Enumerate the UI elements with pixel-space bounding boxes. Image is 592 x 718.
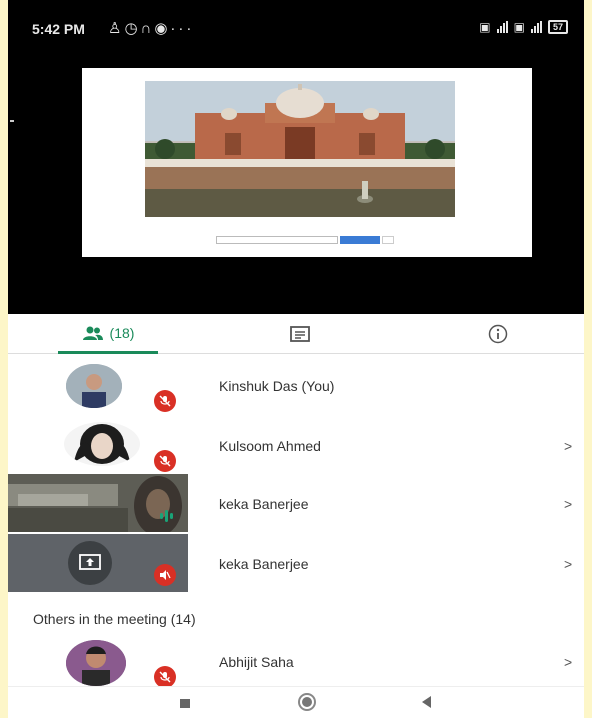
meeting-panel: (18) Kinshuk Das (You) Kulsoom Ahmed > k… — [8, 314, 584, 718]
speaking-indicator-icon — [160, 510, 173, 522]
people-icon — [82, 326, 103, 340]
notification-icon: ♙ — [108, 20, 125, 37]
presenter-tile — [8, 534, 188, 592]
tab-info[interactable] — [458, 314, 538, 354]
slide-search-button — [340, 236, 380, 244]
participant-row[interactable]: Kinshuk Das (You) — [8, 358, 584, 414]
headset-icon: ∩ — [140, 20, 155, 37]
avatar-image — [66, 364, 122, 408]
mic-off-icon — [154, 390, 176, 412]
mic-off-icon — [154, 564, 176, 586]
chevron-right-icon: > — [564, 556, 573, 572]
others-section-title: Others in the meeting (14) — [33, 611, 196, 627]
avatar-image — [64, 422, 140, 466]
status-system-icons: ▣ ▣ 57 — [479, 20, 568, 34]
status-notification-icons: ♙◷∩◉··· — [108, 19, 194, 37]
app-icon: ◉ — [154, 20, 171, 37]
slide-photo — [145, 81, 455, 217]
home-icon — [302, 697, 312, 707]
participant-row[interactable]: Kulsoom Ahmed > — [8, 418, 584, 474]
info-icon — [488, 324, 508, 344]
panel-tabs: (18) — [8, 314, 584, 354]
system-nav-bar — [8, 686, 584, 718]
battery-icon: 57 — [547, 20, 568, 34]
recents-button[interactable] — [180, 699, 190, 708]
participant-name: Kulsoom Ahmed — [219, 438, 321, 454]
avatar — [64, 422, 140, 466]
slide-search-bar — [216, 236, 394, 244]
signal-icon — [496, 21, 508, 33]
signal-icon-2 — [530, 21, 542, 33]
slide-search-input — [216, 236, 338, 244]
participant-name: Kinshuk Das (You) — [219, 378, 335, 394]
volte-icon: ▣ — [479, 20, 491, 34]
avatar-image — [66, 640, 126, 686]
participant-name: Abhijit Saha — [219, 654, 294, 670]
volte-icon-2: ▣ — [513, 20, 525, 34]
video-image — [8, 474, 188, 532]
phone-screen: 5:42 PM ♙◷∩◉··· ▣ ▣ 57 (18) Kinshuk Das … — [8, 0, 584, 718]
video-tile — [8, 474, 188, 532]
presentation-view[interactable] — [82, 68, 532, 257]
alarm-icon: ◷ — [124, 20, 141, 37]
mic-off-icon — [154, 450, 176, 472]
status-bar: 5:42 PM ♙◷∩◉··· ▣ ▣ 57 — [8, 0, 584, 64]
people-count: (18) — [109, 324, 135, 341]
avatar — [66, 640, 126, 686]
slide-extra-button — [382, 236, 394, 244]
participant-name: keka Banerjee — [219, 496, 309, 512]
home-button[interactable] — [298, 693, 316, 711]
chat-icon — [290, 326, 310, 342]
participant-row[interactable]: Abhijit Saha > — [8, 636, 584, 686]
participant-row[interactable]: keka Banerjee > — [8, 474, 584, 532]
participant-row[interactable]: keka Banerjee > — [8, 534, 584, 592]
status-time: 5:42 PM — [32, 21, 85, 37]
participant-name: keka Banerjee — [219, 556, 309, 572]
chevron-right-icon: > — [564, 438, 573, 454]
edge-marker — [10, 120, 14, 122]
present-screen-icon — [68, 541, 112, 585]
more-icon: ··· — [170, 20, 195, 37]
chevron-right-icon: > — [564, 496, 573, 512]
mic-off-icon — [154, 666, 176, 686]
avatar — [66, 364, 122, 408]
tab-chat[interactable] — [260, 314, 340, 354]
tab-people[interactable]: (18) — [58, 314, 158, 354]
chevron-right-icon: > — [564, 654, 573, 670]
back-button[interactable] — [422, 696, 431, 708]
monument-image — [145, 81, 455, 217]
